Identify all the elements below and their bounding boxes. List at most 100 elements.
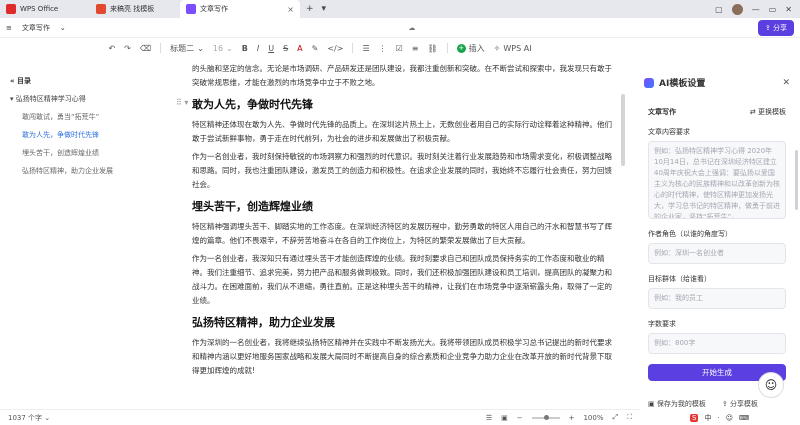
ime-emoji-icon[interactable]: ☺ [726, 414, 733, 422]
divider [446, 43, 448, 53]
code-icon[interactable]: </> [327, 44, 343, 53]
ime-logo-icon[interactable]: S [690, 414, 699, 422]
tab-article-writing[interactable]: 文章写作 × [180, 0, 300, 18]
switch-template-label: 更换模板 [758, 108, 786, 116]
minimize-icon[interactable]: — [752, 5, 760, 14]
words-label: 字数要求 [648, 320, 676, 328]
style-select[interactable]: 标题二 ⌄ [170, 43, 204, 54]
outline-item[interactable]: 弘扬特区精神，助力企业发展 [0, 162, 160, 180]
layout-icon[interactable]: ▢ [715, 5, 723, 14]
panel-scrollbar[interactable] [795, 150, 798, 210]
audience-label: 目标群体（给谁看） [648, 275, 711, 283]
section-heading[interactable]: 埋头苦干，创造辉煌业绩 [192, 198, 612, 216]
outline-item[interactable]: 埋头苦干，创造辉煌业绩 [0, 144, 160, 162]
avatar[interactable] [731, 3, 743, 15]
tab-label: 来稿亮 找模板 [110, 5, 155, 13]
zoom-level[interactable]: 100% [583, 414, 603, 422]
audience-input[interactable]: 例如：我的员工 [648, 288, 786, 309]
document-body[interactable]: 的头脑和坚定的信念。无论是市场调研、产品研发还是团队建设，我都注重创新和突破。在… [176, 62, 612, 382]
content-textarea[interactable]: 例如：弘扬特区精神学习心得 2020年10月14日，总书记在深圳经济特区建立40… [648, 141, 786, 219]
wps-ai-label: WPS AI [503, 43, 532, 53]
words-input[interactable]: 例如：800字 [648, 333, 786, 354]
paragraph[interactable]: 作为深圳的一名创业者，我将继续弘扬特区精神并在实践中不断发扬光大。我将带领团队成… [192, 336, 612, 378]
clear-format-icon[interactable]: ⌫ [140, 44, 151, 53]
wps-ai-button[interactable]: ✧ WPS AI [494, 44, 532, 53]
ime-keyboard-icon[interactable]: ⌨ [739, 414, 749, 422]
share-button[interactable]: ⇪ 分享 [757, 19, 794, 36]
menu-icon[interactable]: ≡ [6, 24, 12, 32]
link-icon[interactable]: ⛓ [428, 44, 438, 53]
outline-item-label: 敢闯敢试，勇当“拓荒牛” [22, 113, 100, 121]
bold-icon[interactable]: B [242, 44, 248, 53]
insert-button[interactable]: + 插入 [456, 43, 485, 54]
font-size-select[interactable]: 16 ⌄ [213, 44, 233, 53]
content-label: 文章内容要求 [648, 128, 690, 136]
underline-icon[interactable]: U [268, 44, 274, 53]
section-heading[interactable]: 弘扬特区精神，助力企业发展 [192, 314, 612, 332]
outline-item-label: 弘扬特区精神，助力企业发展 [22, 167, 113, 175]
ime-lang[interactable]: 中 [704, 413, 711, 423]
outline-item[interactable]: ▾ 弘扬特区精神学习心得 [0, 90, 160, 108]
template-name: 文章写作 [648, 108, 676, 116]
paragraph[interactable]: 特区精神强调埋头苦干、脚踏实地的工作态度。在深圳经济特区的发展历程中，勤劳勇敢的… [192, 220, 612, 248]
fit-icon[interactable]: ⤢ [612, 413, 618, 422]
ime-punct[interactable]: · [717, 414, 719, 422]
share-template-button[interactable]: ⇪ 分享模板 [722, 399, 758, 409]
ai-template-panel: AI模板设置 ✕ 文章写作 ⇄ 更换模板 文章内容要求 例如：弘扬特区精神学习心… [642, 72, 792, 409]
outline-item[interactable]: 敢闯敢试，勇当“拓荒牛” [0, 108, 160, 126]
tab-template[interactable]: 来稿亮 找模板 [90, 0, 180, 18]
numbered-list-icon[interactable]: ⋮ [379, 44, 387, 53]
highlight-icon[interactable]: ✎ [312, 44, 319, 53]
doc-title[interactable]: 文章写作 [22, 23, 50, 33]
ime-tray: S 中 · ☺ ⌨ [690, 411, 800, 425]
close-window-icon[interactable]: ✕ [785, 5, 792, 14]
switch-template-button[interactable]: ⇄ 更换模板 [750, 107, 786, 117]
close-panel-icon[interactable]: ✕ [782, 78, 790, 88]
insert-label: 插入 [468, 43, 485, 53]
maximize-icon[interactable]: ▭ [769, 5, 777, 14]
zoom-slider-thumb[interactable] [543, 414, 549, 420]
strikethrough-icon[interactable]: S [283, 44, 288, 53]
align-icon[interactable]: ≡ [412, 44, 419, 53]
role-input[interactable]: 例如：深圳一名创业者 [648, 243, 786, 264]
drag-handle-icon[interactable]: ⠿ ▾ [176, 96, 188, 110]
read-icon[interactable]: ▣ [501, 414, 508, 422]
zoom-in-icon[interactable]: + [569, 414, 575, 422]
paragraph[interactable]: 作为一名创业者，我时刻保持敏锐的市场洞察力和强烈的时代意识。我时刻关注着行业发展… [192, 150, 612, 192]
list-icon[interactable]: ☰ [362, 44, 369, 53]
title-bar: WPS Office 来稿亮 找模板 文章写作 × + ▾ ▢ — ▭ ✕ [0, 0, 800, 18]
view-icon[interactable]: ☰ [486, 414, 492, 422]
paragraph[interactable]: 的头脑和坚定的信念。无论是市场调研、产品研发还是团队建设，我都注重创新和突破。在… [192, 62, 612, 90]
tab-wps-office[interactable]: WPS Office [0, 0, 90, 18]
fullscreen-icon[interactable]: ⛶ [627, 413, 632, 422]
zoom-out-icon[interactable]: − [517, 414, 523, 422]
checklist-icon[interactable]: ☑ [396, 44, 403, 53]
undo-icon[interactable]: ↶ [108, 44, 115, 53]
word-count[interactable]: 1037 个字 ⌄ [8, 413, 50, 423]
outline-title[interactable]: « 目录 [0, 72, 160, 90]
ai-icon: ✧ [493, 43, 501, 53]
paragraph[interactable]: 特区精神还体现在敢为人先、争做时代先锋的品质上。在深圳这片热土上，无数创业者用自… [192, 118, 612, 146]
outline-item-label: 弘扬特区精神学习心得 [15, 95, 86, 103]
font-color-icon[interactable]: A [297, 44, 302, 53]
cloud-icon[interactable]: ☁ [408, 24, 415, 32]
italic-icon[interactable]: I [257, 44, 259, 53]
section-heading[interactable]: 敢为人先，争做时代先锋 [192, 96, 612, 114]
redo-icon[interactable]: ↷ [124, 44, 131, 53]
paragraph[interactable]: 作为一名创业者，我深知只有通过埋头苦干才能创造辉煌的业绩。我时刻要求自己和团队成… [192, 252, 612, 308]
word-count-text: 1037 个字 [8, 413, 43, 422]
new-tab-button[interactable]: + [306, 4, 314, 14]
ai-logo-icon [644, 77, 654, 88]
save-template-button[interactable]: ▣ 保存为我的模板 [648, 399, 706, 409]
chevron-down-icon[interactable]: ⌄ [60, 24, 66, 32]
outline-item-active[interactable]: 敢为人先，争做时代先锋 [0, 126, 160, 144]
tab-list-button[interactable]: ▾ [322, 4, 327, 14]
document-scrollbar[interactable] [621, 94, 625, 166]
template-icon [96, 4, 106, 14]
close-tab-icon[interactable]: × [287, 5, 294, 14]
tab-label: 文章写作 [200, 5, 228, 13]
zoom-slider[interactable] [531, 414, 560, 420]
panel-title: AI模板设置 [659, 79, 706, 89]
share-label: 分享 [773, 23, 787, 32]
assistant-bot-icon[interactable]: ☺ [758, 372, 784, 398]
